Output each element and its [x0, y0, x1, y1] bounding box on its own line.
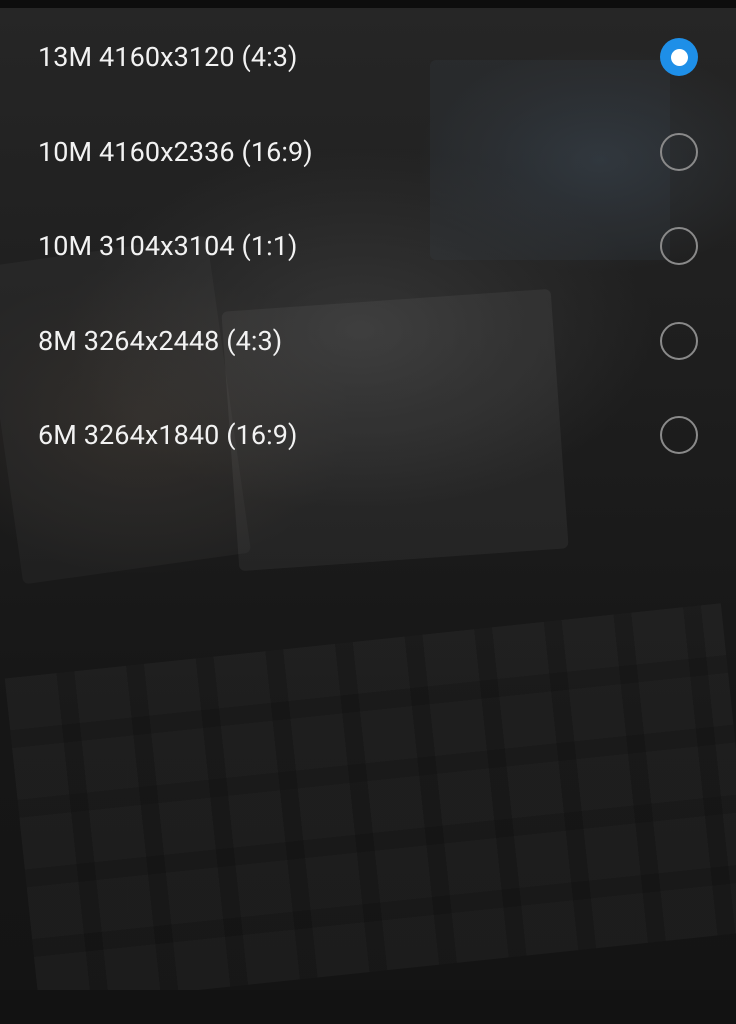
bottom-edge: [0, 990, 736, 1024]
resolution-option-label: 13M 4160x3120 (4:3): [38, 41, 298, 74]
resolution-option-label: 8M 3264x2448 (4:3): [38, 324, 283, 357]
resolution-option-label: 6M 3264x1840 (16:9): [38, 419, 298, 452]
viewfinder-keyboard: [4, 603, 736, 1007]
resolution-option-label: 10M 4160x2336 (16:9): [38, 135, 313, 168]
resolution-option[interactable]: 13M 4160x3120 (4:3): [0, 10, 736, 105]
resolution-option[interactable]: 10M 3104x3104 (1:1): [0, 199, 736, 294]
radio-unselected-icon[interactable]: [660, 227, 698, 266]
radio-selected-icon[interactable]: [660, 38, 698, 77]
resolution-option-label: 10M 3104x3104 (1:1): [38, 230, 298, 263]
radio-unselected-icon[interactable]: [660, 132, 698, 171]
resolution-option[interactable]: 6M 3264x1840 (16:9): [0, 388, 736, 483]
radio-unselected-icon[interactable]: [660, 321, 698, 360]
camera-resolution-screen: 13M 4160x3120 (4:3) 10M 4160x2336 (16:9)…: [0, 0, 736, 1024]
resolution-option-list: 13M 4160x3120 (4:3) 10M 4160x2336 (16:9)…: [0, 10, 736, 483]
resolution-option[interactable]: 10M 4160x2336 (16:9): [0, 105, 736, 200]
radio-unselected-icon[interactable]: [660, 416, 698, 455]
resolution-option[interactable]: 8M 3264x2448 (4:3): [0, 294, 736, 389]
top-edge: [0, 0, 736, 8]
